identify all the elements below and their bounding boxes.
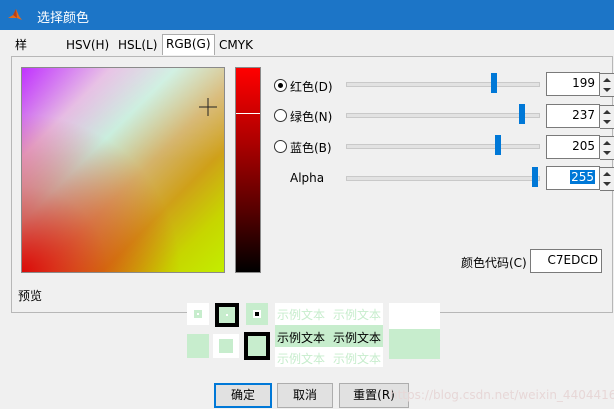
spin-down-icon[interactable] (603, 88, 611, 92)
alpha-value[interactable]: 255 (570, 170, 595, 184)
cancel-button[interactable]: 取消 (277, 383, 333, 408)
spin-down-icon[interactable] (603, 182, 611, 186)
spin-up-icon[interactable] (603, 78, 611, 82)
preview-text-1: 示例文本 (277, 308, 326, 322)
matlab-logo-icon (8, 9, 22, 20)
color-code-label: 颜色代码(C) (461, 256, 527, 270)
tab-hsv-label: HSV(H) (66, 38, 110, 52)
red-spinner-arrows[interactable] (600, 73, 614, 97)
spin-down-icon[interactable] (603, 151, 611, 155)
window-title: 选择颜色 (37, 11, 90, 26)
blue-label: 蓝色(B) (290, 141, 332, 155)
alpha-label: Alpha (290, 171, 325, 185)
color-code-field[interactable]: C7EDCD (530, 249, 602, 273)
green-spinner[interactable]: 237 (546, 104, 614, 129)
red-value[interactable]: 199 (572, 76, 595, 90)
red-label: 红色(D) (290, 80, 333, 94)
red-spinner[interactable]: 199 (546, 72, 614, 97)
spin-up-icon[interactable] (603, 110, 611, 114)
ok-button-label: 确定 (230, 388, 255, 402)
tab-cmyk-label: CMYK (219, 38, 253, 52)
alpha-spinner[interactable]: 255 (546, 166, 614, 191)
tab-hsl[interactable]: HSL(L) (115, 36, 160, 54)
ok-button[interactable]: 确定 (214, 383, 272, 408)
blue-radio[interactable] (274, 140, 287, 153)
preview-text-2: 示例文本 (333, 308, 382, 322)
green-slider-track[interactable] (346, 113, 540, 118)
crosshair-cursor-icon (199, 98, 217, 116)
blue-spinner[interactable]: 205 (546, 135, 614, 160)
preview-text-4: 示例文本 (333, 331, 382, 345)
red-channel-bar-marker[interactable] (236, 113, 260, 114)
preview-text-6: 示例文本 (333, 352, 382, 366)
tab-cmyk[interactable]: CMYK (216, 36, 256, 54)
blue-spinner-arrows[interactable] (600, 136, 614, 160)
spin-up-icon[interactable] (603, 172, 611, 176)
tab-hsl-label: HSL(L) (118, 38, 158, 52)
red-slider-thumb[interactable] (491, 73, 498, 93)
green-spinner-arrows[interactable] (600, 105, 614, 129)
green-value[interactable]: 237 (572, 108, 595, 122)
tab-hsv[interactable]: HSV(H) (63, 36, 112, 54)
green-radio[interactable] (274, 109, 287, 122)
blue-value[interactable]: 205 (572, 139, 595, 153)
blue-slider-thumb[interactable] (494, 135, 501, 155)
preview-text-5: 示例文本 (277, 352, 326, 366)
alpha-spinner-arrows[interactable] (600, 167, 614, 191)
green-slider-thumb[interactable] (518, 104, 525, 124)
red-channel-bar[interactable] (235, 67, 261, 273)
spin-up-icon[interactable] (603, 141, 611, 145)
alpha-slider-track[interactable] (346, 176, 540, 181)
spin-down-icon[interactable] (603, 120, 611, 124)
red-radio[interactable] (274, 79, 287, 92)
blue-slider-track[interactable] (346, 144, 540, 149)
title-bar: 选择颜色 (0, 0, 614, 30)
cancel-button-label: 取消 (292, 388, 317, 402)
preview-text-3: 示例文本 (277, 331, 326, 345)
reset-button-label: 重置(R) (353, 388, 395, 402)
alpha-slider-thumb[interactable] (532, 167, 538, 187)
red-slider-track[interactable] (346, 82, 540, 87)
background-window-strip (0, 409, 614, 417)
watermark-text: https://blog.csdn.net/weixin_44044161 (390, 388, 614, 402)
preview-area: 示例文本 示例文本 示例文本 示例文本 示例文本 示例文本 (187, 303, 440, 367)
color-code-value[interactable]: C7EDCD (548, 253, 598, 267)
green-label: 绿色(N) (290, 110, 333, 124)
tab-rgb[interactable]: RGB(G) (162, 34, 215, 55)
tab-rgb-label: RGB(G) (166, 37, 211, 51)
tab-swatches[interactable]: 样本(S) (12, 36, 35, 88)
preview-label: 预览 (18, 289, 43, 303)
color-gradient-area[interactable] (21, 67, 225, 273)
